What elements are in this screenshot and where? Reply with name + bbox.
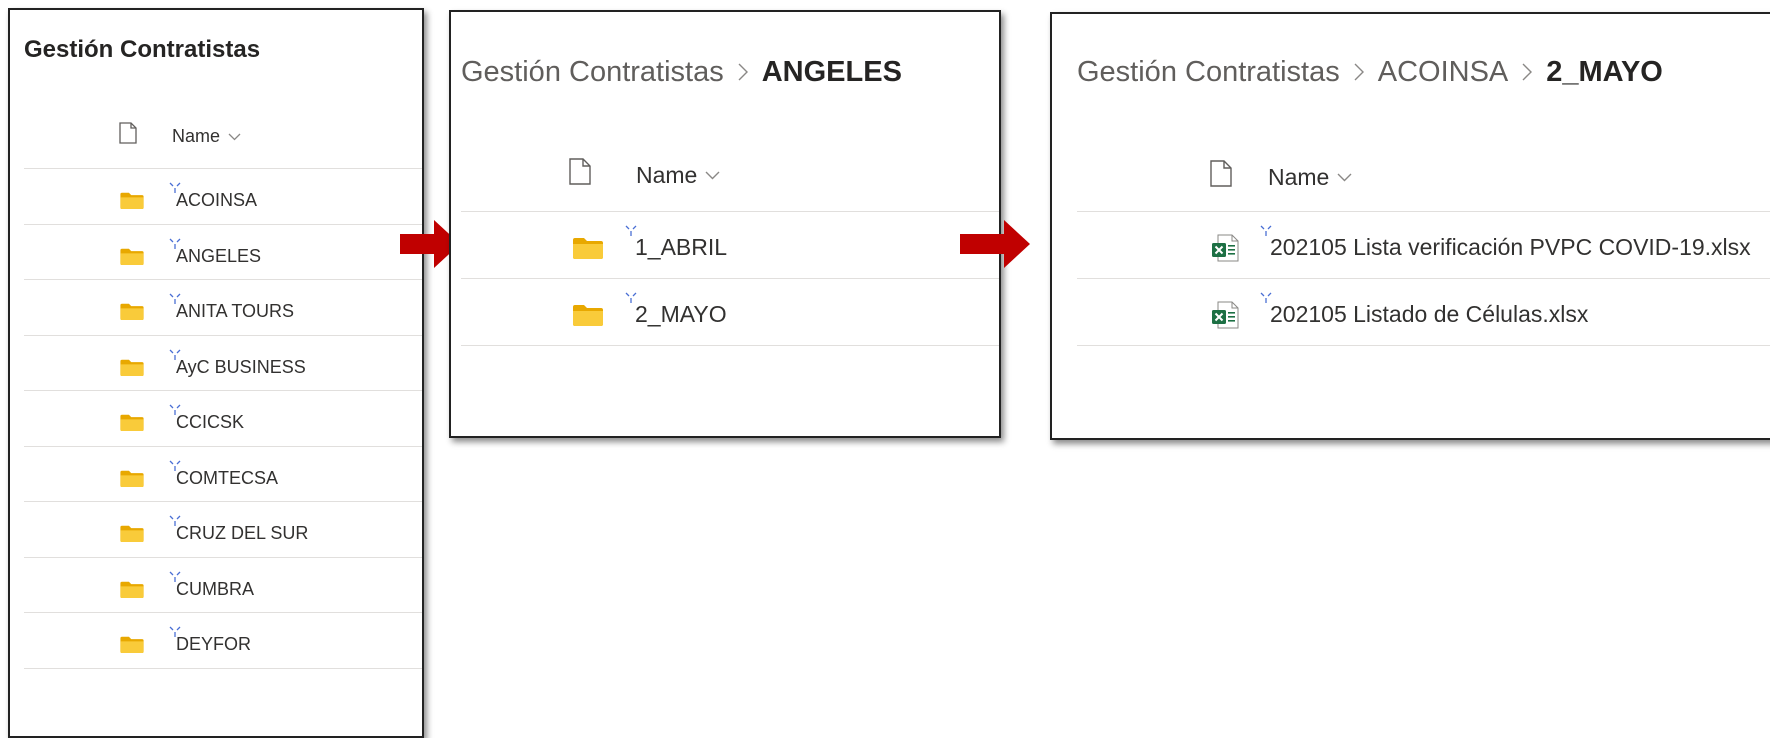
- folder-name[interactable]: ACOINSA: [176, 190, 257, 211]
- folder-row[interactable]: CCICSK: [24, 390, 422, 447]
- folder-name[interactable]: CCICSK: [176, 412, 244, 433]
- chevron-down-icon: [228, 133, 241, 141]
- chevron-down-icon: [705, 171, 720, 180]
- document-icon: [1210, 160, 1232, 192]
- folder-row[interactable]: CRUZ DEL SUR: [24, 501, 422, 558]
- folder-icon: [120, 192, 144, 214]
- folder-row[interactable]: ANGELES: [24, 224, 422, 280]
- folder-name[interactable]: DEYFOR: [176, 634, 251, 655]
- folder-icon: [120, 581, 144, 603]
- folder-icon: [120, 359, 144, 381]
- panel-angeles: Gestión Contratistas ANGELES Name 1_ABRI…: [449, 10, 1001, 438]
- file-row[interactable]: 202105 Listado de Células.xlsx: [1077, 278, 1770, 346]
- name-column-label: Name: [636, 162, 698, 188]
- chevron-down-icon: [1337, 173, 1352, 182]
- folder-name[interactable]: COMTECSA: [176, 468, 278, 489]
- folder-row[interactable]: AyC BUSINESS: [24, 335, 422, 391]
- folder-row[interactable]: ACOINSA: [24, 168, 422, 225]
- name-column-header[interactable]: Name: [636, 162, 720, 189]
- name-column-header[interactable]: Name: [1268, 164, 1352, 191]
- folder-name[interactable]: CRUZ DEL SUR: [176, 523, 308, 544]
- breadcrumb: Gestión Contratistas ACOINSA 2_MAYO: [1077, 56, 1663, 89]
- breadcrumb-current: ANGELES: [761, 56, 902, 88]
- folder-name[interactable]: 1_ABRIL: [635, 234, 727, 261]
- folder-icon: [120, 636, 144, 658]
- document-icon: [119, 122, 137, 149]
- red-arrow-right: [960, 220, 1030, 273]
- chevron-right-icon: [1522, 56, 1533, 89]
- folder-icon: [120, 525, 144, 547]
- file-name[interactable]: 202105 Listado de Células.xlsx: [1270, 301, 1588, 328]
- excel-file-icon: [1210, 233, 1240, 268]
- document-icon: [569, 158, 591, 190]
- folder-icon: [120, 414, 144, 436]
- breadcrumb: Gestión Contratistas ANGELES: [461, 56, 902, 89]
- panel-gestion-contratistas: Gestión Contratistas Name ACOINSA ANGELES…: [8, 8, 424, 738]
- folder-icon: [120, 303, 144, 325]
- folder-name[interactable]: ANITA TOURS: [176, 301, 294, 322]
- name-column-label: Name: [172, 126, 221, 146]
- folder-row[interactable]: COMTECSA: [24, 446, 422, 502]
- name-column-label: Name: [1268, 164, 1330, 190]
- folder-row[interactable]: ANITA TOURS: [24, 279, 422, 336]
- page-title: Gestión Contratistas: [24, 36, 261, 63]
- chevron-right-icon: [1354, 56, 1364, 89]
- chevron-right-icon: [738, 56, 748, 89]
- name-column-header[interactable]: Name: [172, 126, 241, 147]
- breadcrumb-current: 2_MAYO: [1546, 56, 1663, 88]
- column-header-row: Name: [24, 110, 422, 169]
- column-header-row: Name: [461, 132, 999, 212]
- panel-2-mayo: Gestión Contratistas ACOINSA 2_MAYO Name…: [1050, 12, 1770, 440]
- folder-name[interactable]: AyC BUSINESS: [176, 357, 306, 378]
- excel-file-icon: [1210, 300, 1240, 335]
- folder-icon: [573, 304, 603, 331]
- folder-name[interactable]: CUMBRA: [176, 579, 254, 600]
- breadcrumb-item[interactable]: Gestión Contratistas: [461, 56, 724, 89]
- folder-name[interactable]: 2_MAYO: [635, 301, 727, 328]
- folder-row[interactable]: 2_MAYO: [461, 278, 999, 346]
- folder-icon: [573, 237, 603, 264]
- folder-icon: [120, 470, 144, 492]
- breadcrumb-item[interactable]: Gestión Contratistas: [1077, 56, 1340, 89]
- folder-row[interactable]: DEYFOR: [24, 612, 422, 669]
- column-header-row: Name: [1077, 134, 1770, 212]
- folder-icon: [120, 248, 144, 270]
- folder-row[interactable]: CUMBRA: [24, 557, 422, 613]
- breadcrumb-item[interactable]: ACOINSA: [1378, 56, 1509, 89]
- folder-row[interactable]: 1_ABRIL: [461, 211, 999, 279]
- folder-name[interactable]: ANGELES: [176, 246, 261, 267]
- file-name[interactable]: 202105 Lista verificación PVPC COVID-19.…: [1270, 234, 1751, 261]
- file-row[interactable]: 202105 Lista verificación PVPC COVID-19.…: [1077, 211, 1770, 279]
